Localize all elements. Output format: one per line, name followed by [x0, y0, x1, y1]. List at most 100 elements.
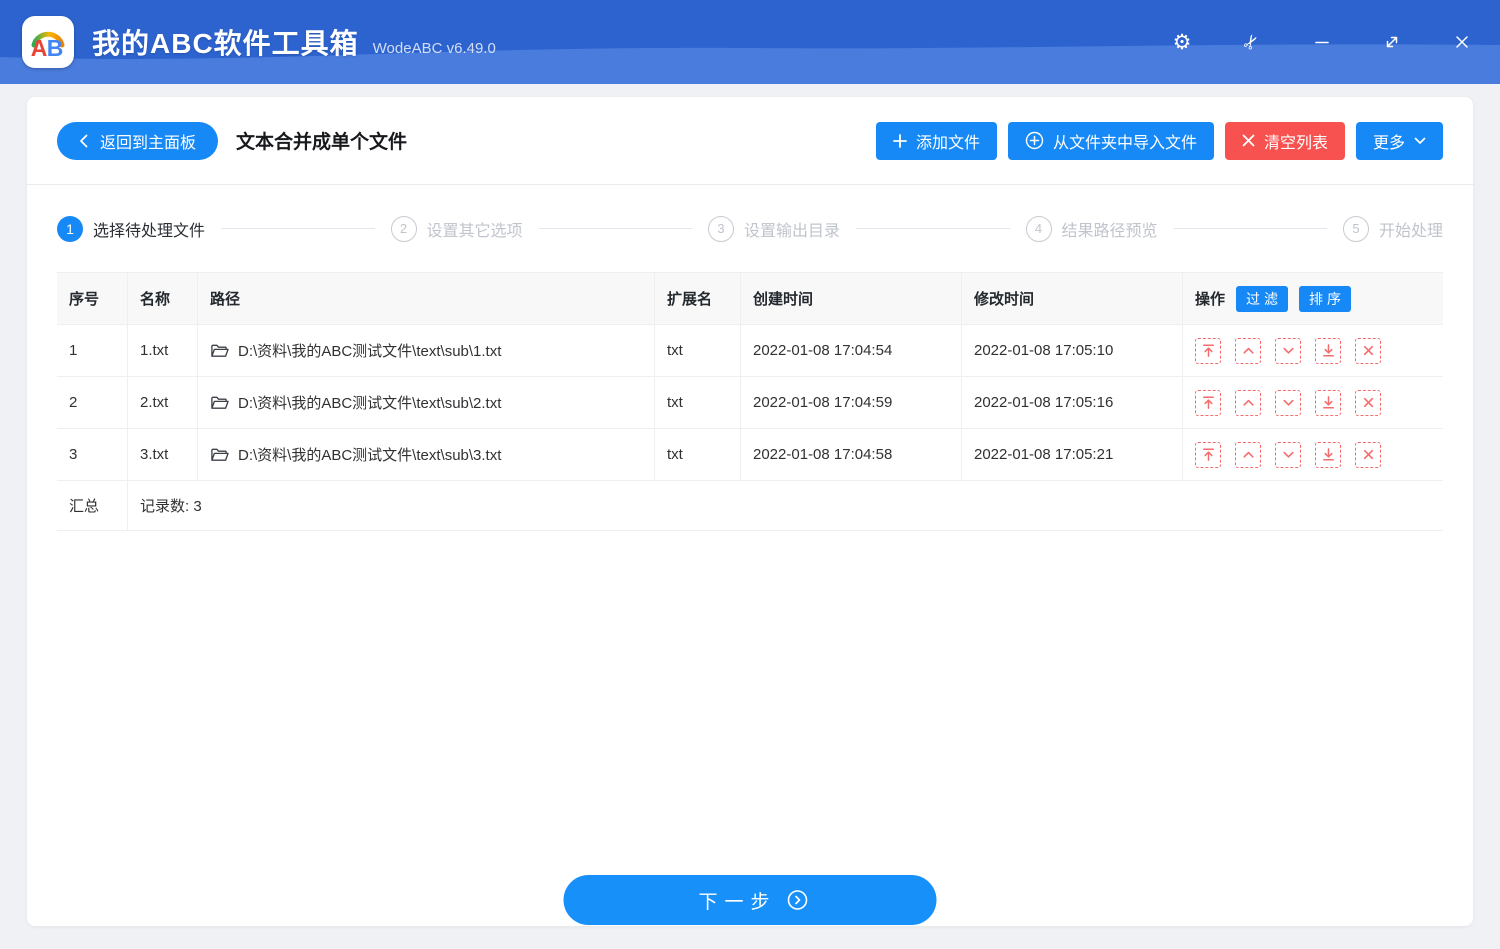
- folder-icon: [210, 395, 229, 411]
- step-3-label: 设置输出目录: [744, 217, 840, 241]
- move-top-button[interactable]: [1195, 338, 1221, 364]
- step-1-label: 选择待处理文件: [93, 217, 205, 241]
- move-bottom-button[interactable]: [1315, 338, 1341, 364]
- move-up-button[interactable]: [1235, 338, 1261, 364]
- move-top-button[interactable]: [1195, 390, 1221, 416]
- step-1-select-files: 1 选择待处理文件: [57, 216, 205, 242]
- resize-button[interactable]: [1374, 24, 1410, 60]
- cell-actions: [1183, 325, 1443, 376]
- delete-icon: [1360, 342, 1377, 359]
- folder-icon: [210, 343, 229, 359]
- header-modified: 修改时间: [962, 273, 1183, 324]
- cell-path: D:\资料\我的ABC测试文件\text\sub\3.txt: [198, 429, 655, 480]
- circle-arrow-right-icon: [787, 889, 809, 911]
- move-top-icon: [1200, 446, 1217, 463]
- minimize-button[interactable]: [1304, 24, 1340, 60]
- page-header: 返回到主面板 文本合并成单个文件 添加文件 从文件夹中导入文件 清空列表 更多: [27, 97, 1473, 185]
- cell-created: 2022-01-08 17:04:59: [741, 377, 962, 428]
- file-path: D:\资料\我的ABC测试文件\text\sub\2.txt: [238, 392, 501, 413]
- snip-button[interactable]: ✂: [1234, 24, 1270, 60]
- settings-button[interactable]: ⚙: [1164, 24, 1200, 60]
- move-top-icon: [1200, 394, 1217, 411]
- file-path: D:\资料\我的ABC测试文件\text\sub\1.txt: [238, 340, 501, 361]
- cell-no: 1: [57, 325, 128, 376]
- chevron-down-icon: [1414, 137, 1426, 145]
- move-top-button[interactable]: [1195, 442, 1221, 468]
- back-to-dashboard-button[interactable]: 返回到主面板: [57, 122, 218, 160]
- move-bottom-icon: [1320, 342, 1337, 359]
- add-files-label: 添加文件: [916, 129, 980, 153]
- circle-plus-icon: [1025, 131, 1044, 150]
- resize-icon: [1383, 33, 1401, 51]
- move-up-button[interactable]: [1235, 442, 1261, 468]
- close-button[interactable]: [1444, 24, 1480, 60]
- next-step-button[interactable]: 下一步: [564, 875, 937, 925]
- import-from-folder-button[interactable]: 从文件夹中导入文件: [1008, 122, 1214, 160]
- titlebar: A B 我的ABC软件工具箱 WodeABC v6.49.0 ⚙ ✂: [0, 0, 1500, 84]
- import-from-folder-label: 从文件夹中导入文件: [1053, 129, 1197, 153]
- cell-name: 2.txt: [128, 377, 198, 428]
- step-4-preview: 4 结果路径预览: [1026, 216, 1158, 242]
- cell-ext: txt: [655, 325, 741, 376]
- move-down-button[interactable]: [1275, 338, 1301, 364]
- move-down-icon: [1280, 446, 1297, 463]
- chevron-left-icon: [79, 134, 88, 148]
- cell-path: D:\资料\我的ABC测试文件\text\sub\2.txt: [198, 377, 655, 428]
- filter-button[interactable]: 过滤: [1236, 286, 1288, 312]
- summary-row: 汇总 记录数: 3: [57, 481, 1443, 531]
- close-icon: [1453, 33, 1471, 51]
- step-connector: [856, 228, 1009, 229]
- move-up-icon: [1240, 394, 1257, 411]
- scissors-icon: ✂: [1240, 30, 1264, 53]
- more-button[interactable]: 更多: [1356, 122, 1443, 160]
- step-connector: [539, 228, 692, 229]
- next-step-label: 下一步: [691, 887, 776, 914]
- header-path: 路径: [198, 273, 655, 324]
- move-bottom-icon: [1320, 394, 1337, 411]
- step-connector: [221, 228, 374, 229]
- move-down-icon: [1280, 394, 1297, 411]
- step-5-number: 5: [1343, 216, 1369, 242]
- move-bottom-icon: [1320, 446, 1337, 463]
- cell-no: 3: [57, 429, 128, 480]
- back-button-label: 返回到主面板: [100, 129, 196, 153]
- app-version: WodeABC v6.49.0: [373, 40, 496, 57]
- step-3-number: 3: [708, 216, 734, 242]
- move-bottom-button[interactable]: [1315, 390, 1341, 416]
- add-files-button[interactable]: 添加文件: [876, 122, 997, 160]
- page-title: 文本合并成单个文件: [236, 127, 407, 154]
- minimize-icon: [1313, 33, 1331, 51]
- svg-text:B: B: [47, 35, 64, 61]
- svg-text:A: A: [31, 35, 48, 61]
- x-icon: [1242, 134, 1255, 147]
- clear-list-button[interactable]: 清空列表: [1225, 122, 1345, 160]
- delete-row-button[interactable]: [1355, 390, 1381, 416]
- move-down-button[interactable]: [1275, 442, 1301, 468]
- table-row: 1 1.txt D:\资料\我的ABC测试文件\text\sub\1.txt t…: [57, 325, 1443, 377]
- move-up-icon: [1240, 446, 1257, 463]
- delete-icon: [1360, 446, 1377, 463]
- cell-created: 2022-01-08 17:04:54: [741, 325, 962, 376]
- file-path: D:\资料\我的ABC测试文件\text\sub\3.txt: [238, 444, 501, 465]
- move-down-button[interactable]: [1275, 390, 1301, 416]
- step-indicator: 1 选择待处理文件 2 设置其它选项 3 设置输出目录 4 结果路径预览 5 开…: [27, 185, 1473, 272]
- step-2-number: 2: [391, 216, 417, 242]
- cell-no: 2: [57, 377, 128, 428]
- cell-ext: txt: [655, 377, 741, 428]
- step-2-options: 2 设置其它选项: [391, 216, 523, 242]
- cell-modified: 2022-01-08 17:05:10: [962, 325, 1183, 376]
- move-up-button[interactable]: [1235, 390, 1261, 416]
- table-header-row: 序号 名称 路径 扩展名 创建时间 修改时间 操作 过滤 排序: [57, 273, 1443, 325]
- file-table: 序号 名称 路径 扩展名 创建时间 修改时间 操作 过滤 排序 1 1.txt …: [57, 272, 1443, 531]
- cell-name: 1.txt: [128, 325, 198, 376]
- cell-modified: 2022-01-08 17:05:16: [962, 377, 1183, 428]
- ab-logo-icon: A B: [26, 20, 70, 64]
- header-created: 创建时间: [741, 273, 962, 324]
- delete-row-button[interactable]: [1355, 338, 1381, 364]
- delete-row-button[interactable]: [1355, 442, 1381, 468]
- table-row: 2 2.txt D:\资料\我的ABC测试文件\text\sub\2.txt t…: [57, 377, 1443, 429]
- cell-actions: [1183, 377, 1443, 428]
- sort-button[interactable]: 排序: [1299, 286, 1351, 312]
- move-bottom-button[interactable]: [1315, 442, 1341, 468]
- main-panel: 返回到主面板 文本合并成单个文件 添加文件 从文件夹中导入文件 清空列表 更多 …: [27, 97, 1473, 926]
